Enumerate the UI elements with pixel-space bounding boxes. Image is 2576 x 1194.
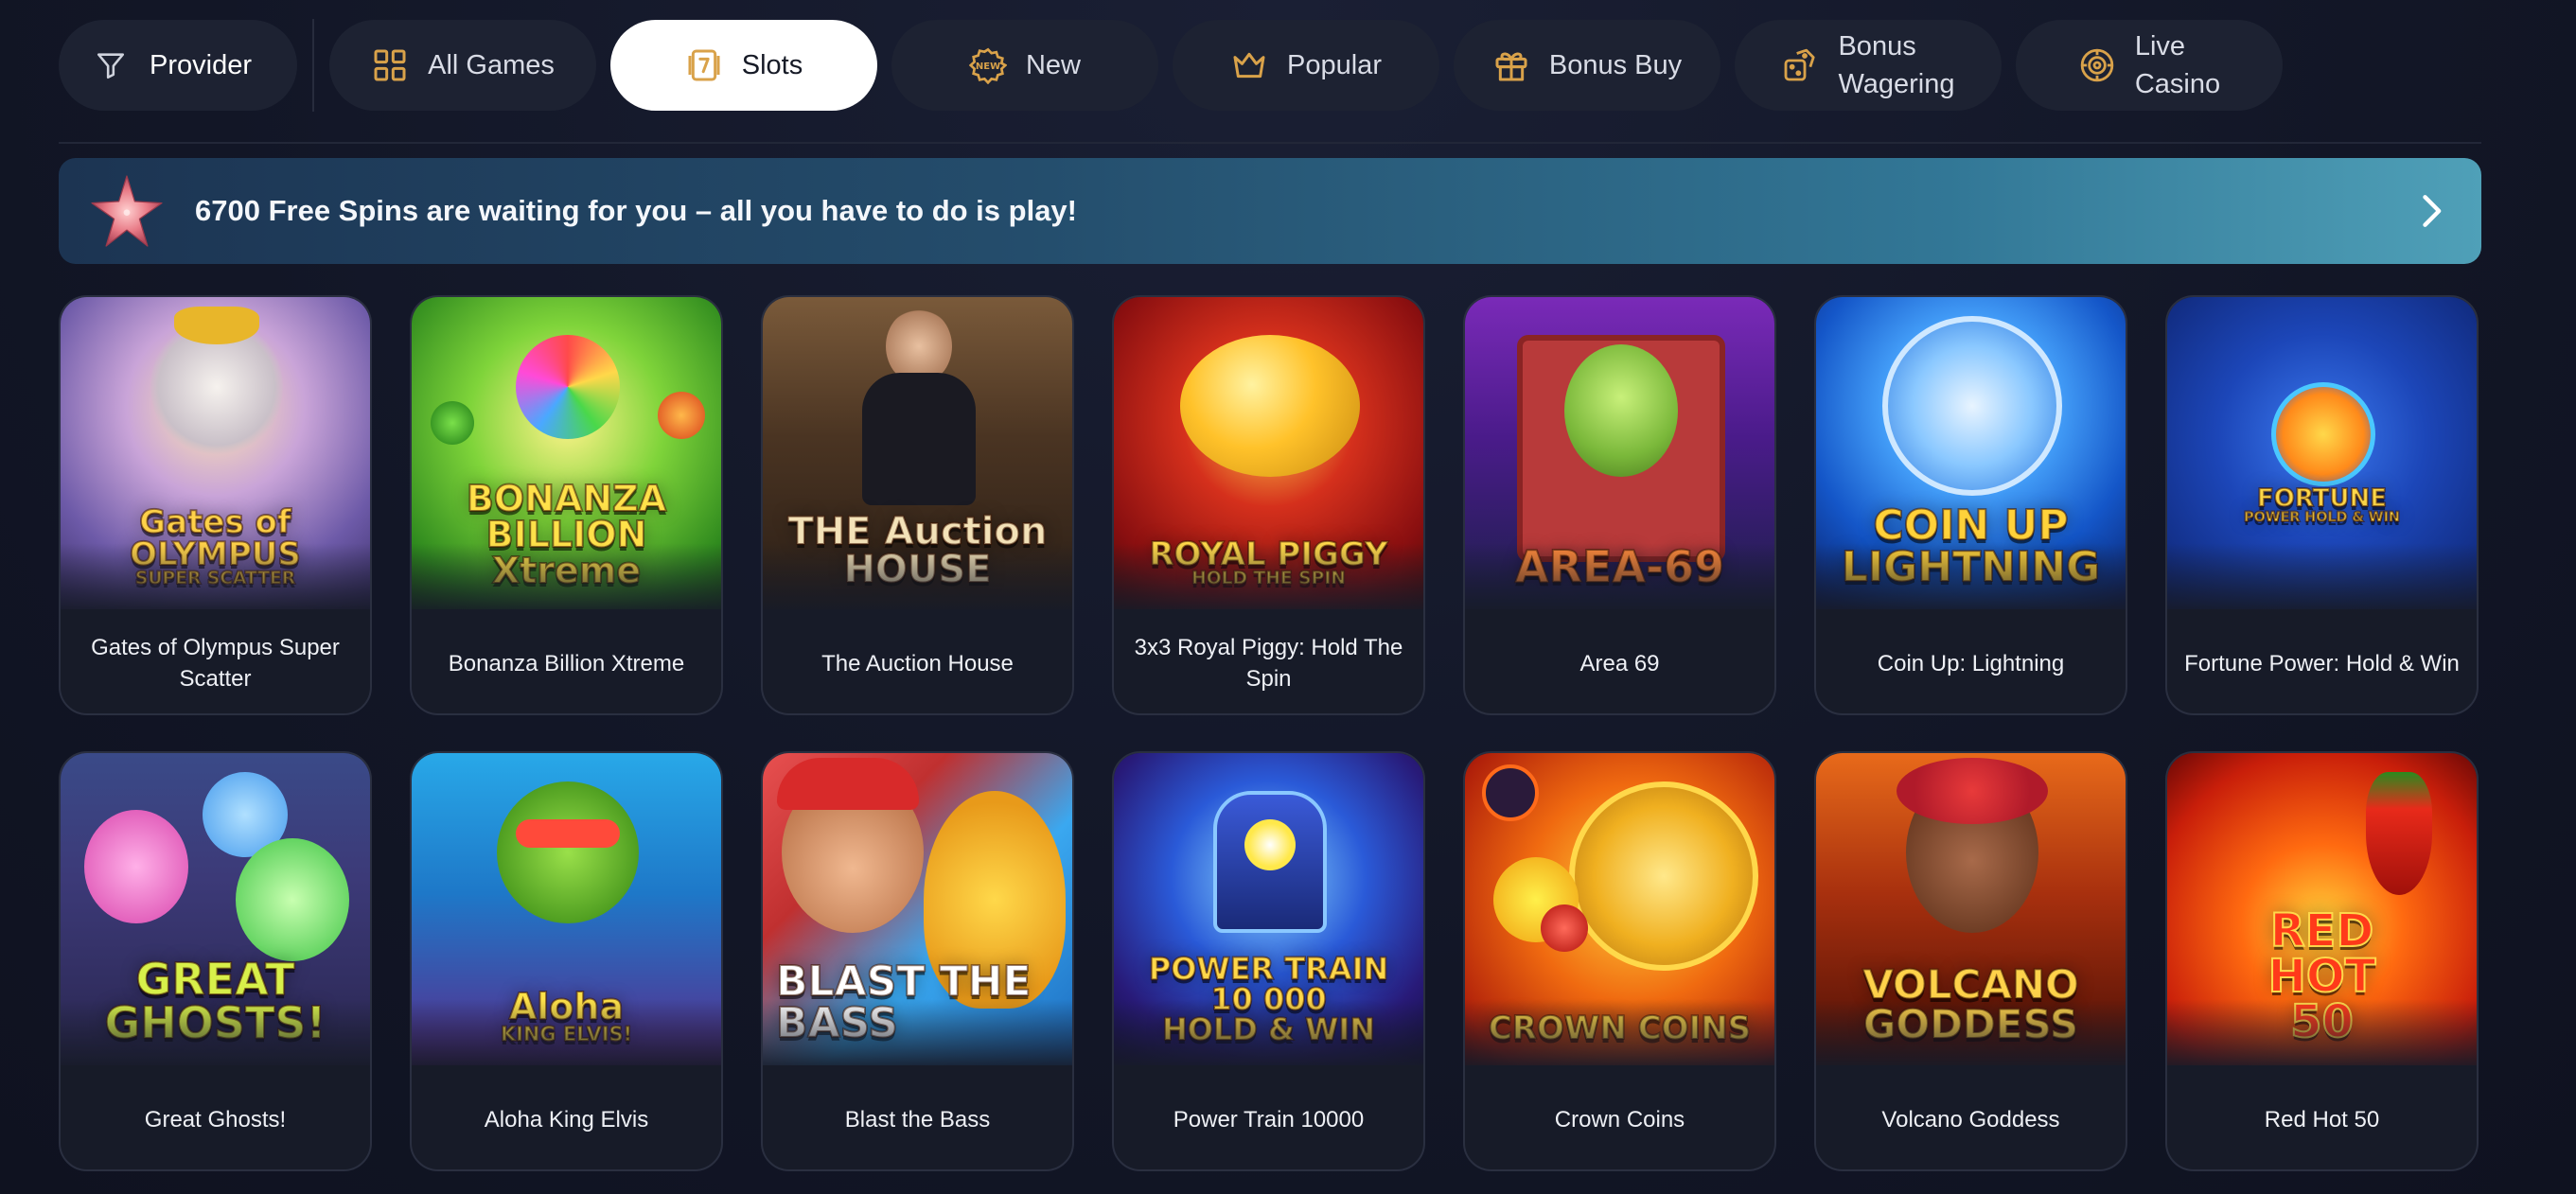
- game-title: Power Train 10000: [1173, 1106, 1365, 1133]
- gift-icon: [1492, 46, 1530, 84]
- game-art-logo-line: GREAT: [134, 954, 295, 1005]
- crown-icon: [1230, 46, 1268, 84]
- provider-label: Provider: [150, 49, 252, 80]
- game-title: Crown Coins: [1554, 1106, 1685, 1133]
- provider-filter-button[interactable]: Provider: [59, 20, 297, 111]
- new-badge-icon: NEW: [968, 46, 1007, 84]
- category-divider-line: [59, 142, 2481, 144]
- slot-seven-icon: [685, 46, 723, 84]
- game-art-logo-line: COIN UP: [1872, 501, 2069, 550]
- free-spins-banner[interactable]: 6700 Free Spins are waiting for you – al…: [59, 158, 2481, 264]
- target-chip-icon: [2078, 46, 2116, 84]
- game-thumbnail: BLAST THEBASS: [763, 753, 1072, 1065]
- game-thumbnail: REDHOT50: [2167, 753, 2477, 1065]
- tab-live-casino[interactable]: Live Casino: [2016, 20, 2283, 111]
- game-card[interactable]: AlohaKING ELVIS! Aloha King Elvis: [410, 751, 723, 1171]
- tab-label: Live Casino: [2135, 27, 2220, 103]
- tab-label: Slots: [741, 49, 803, 80]
- tab-label: Bonus Buy: [1548, 49, 1683, 80]
- game-card[interactable]: BLAST THEBASS Blast the Bass: [761, 751, 1074, 1171]
- game-card[interactable]: CROWN COINS Crown Coins: [1463, 751, 1776, 1171]
- tab-label-line-2: Wagering: [1838, 69, 1955, 99]
- game-thumbnail: CROWN COINS: [1465, 753, 1774, 1065]
- game-art-logo-line: POWER HOLD & WIN: [2243, 509, 2401, 525]
- tab-new[interactable]: NEW New: [891, 20, 1158, 111]
- game-title: Blast the Bass: [844, 1106, 991, 1133]
- game-title: Area 69: [1579, 650, 1660, 676]
- tab-label: Bonus Wagering: [1838, 27, 1954, 103]
- game-title: Fortune Power: Hold & Win: [2184, 650, 2460, 676]
- game-title: Bonanza Billion Xtreme: [448, 650, 685, 676]
- game-card[interactable]: ROYAL PIGGYHOLD THE SPIN 3x3 Royal Piggy…: [1112, 295, 1425, 715]
- game-art-logo-line: Gates of: [138, 503, 291, 542]
- game-thumbnail: AREA-69: [1465, 297, 1774, 609]
- tab-all-games[interactable]: All Games: [329, 20, 596, 111]
- game-thumbnail: ROYAL PIGGYHOLD THE SPIN: [1114, 297, 1423, 609]
- game-art-logo-line: BONANZA: [466, 478, 667, 519]
- tab-popular[interactable]: Popular: [1173, 20, 1439, 111]
- game-title: Aloha King Elvis: [484, 1106, 649, 1133]
- category-bar: Provider All Games Slots NEW New Popular…: [59, 19, 2297, 112]
- game-card[interactable]: VOLCANOGODDESS Volcano Goddess: [1814, 751, 2127, 1171]
- tab-label: All Games: [428, 49, 555, 80]
- game-title: Red Hot 50: [2264, 1106, 2380, 1133]
- tab-label: Popular: [1287, 49, 1382, 80]
- chevron-right-icon[interactable]: [2409, 190, 2451, 232]
- casino-lobby: Provider All Games Slots NEW New Popular…: [0, 0, 2576, 1194]
- game-thumbnail: VOLCANOGODDESS: [1816, 753, 2126, 1065]
- tab-label-line-2: Casino: [2134, 69, 2221, 99]
- game-title: 3x3 Royal Piggy: Hold The Spin: [1134, 635, 1403, 692]
- tab-slots[interactable]: Slots: [610, 20, 877, 111]
- grid-icon: [371, 46, 409, 84]
- game-thumbnail: THE AuctionHOUSE: [763, 297, 1072, 609]
- game-art-logo-line: HOT: [2267, 950, 2377, 1003]
- tab-label-line-1: Bonus: [1838, 31, 1916, 61]
- game-title: The Auction House: [821, 650, 1014, 676]
- game-card[interactable]: Gates ofOLYMPUSSUPER SCATTER Gates of Ol…: [59, 295, 372, 715]
- game-art-logo-line: RED: [2269, 904, 2375, 957]
- tab-label: New: [1025, 49, 1081, 80]
- game-thumbnail: POWER TRAIN10 000HOLD & WIN: [1114, 753, 1423, 1065]
- game-card[interactable]: GREATGHOSTS! Great Ghosts!: [59, 751, 372, 1171]
- game-title: Coin Up: Lightning: [1877, 650, 2065, 676]
- game-thumbnail: AlohaKING ELVIS!: [412, 753, 721, 1065]
- tab-label-line-1: Live: [2134, 31, 2186, 61]
- divider: [312, 19, 314, 112]
- game-card[interactable]: FORTUNE POWER HOLD & WIN Fortune Power: H…: [2165, 295, 2479, 715]
- game-thumbnail: BONANZABILLIONXtreme: [412, 297, 721, 609]
- game-thumbnail: FORTUNE POWER HOLD & WIN: [2167, 297, 2477, 609]
- game-card[interactable]: COIN UPLIGHTNING Coin Up: Lightning: [1814, 295, 2127, 715]
- banner-text: 6700 Free Spins are waiting for you – al…: [195, 194, 1077, 227]
- game-thumbnail: COIN UPLIGHTNING: [1816, 297, 2126, 609]
- game-card[interactable]: AREA-69 Area 69: [1463, 295, 1776, 715]
- game-card[interactable]: THE AuctionHOUSE The Auction House: [761, 295, 1074, 715]
- game-thumbnail: Gates ofOLYMPUSSUPER SCATTER: [61, 297, 370, 609]
- starfish-icon: [91, 175, 163, 247]
- game-card[interactable]: REDHOT50 Red Hot 50: [2165, 751, 2479, 1171]
- game-card[interactable]: BONANZABILLIONXtreme Bonanza Billion Xtr…: [410, 295, 723, 715]
- svg-text:NEW: NEW: [976, 61, 1000, 72]
- game-art-logo-line: FORTUNE: [2256, 483, 2388, 513]
- filter-icon: [95, 49, 127, 81]
- game-title: Volcano Goddess: [1881, 1106, 2060, 1133]
- game-thumbnail: GREATGHOSTS!: [61, 753, 370, 1065]
- tab-bonus-wagering[interactable]: Bonus Wagering: [1735, 20, 2002, 111]
- game-art-logo: FORTUNE POWER HOLD & WIN: [2167, 483, 2477, 525]
- game-card[interactable]: POWER TRAIN10 000HOLD & WIN Power Train …: [1112, 751, 1425, 1171]
- dice-icon: [1781, 46, 1819, 84]
- game-art-logo-line: POWER TRAIN: [1148, 951, 1390, 987]
- game-title: Great Ghosts!: [144, 1106, 287, 1133]
- game-title: Gates of Olympus Super Scatter: [91, 635, 340, 692]
- tab-bonus-buy[interactable]: Bonus Buy: [1454, 20, 1720, 111]
- game-art-logo-line: BLAST THE: [775, 957, 1032, 1006]
